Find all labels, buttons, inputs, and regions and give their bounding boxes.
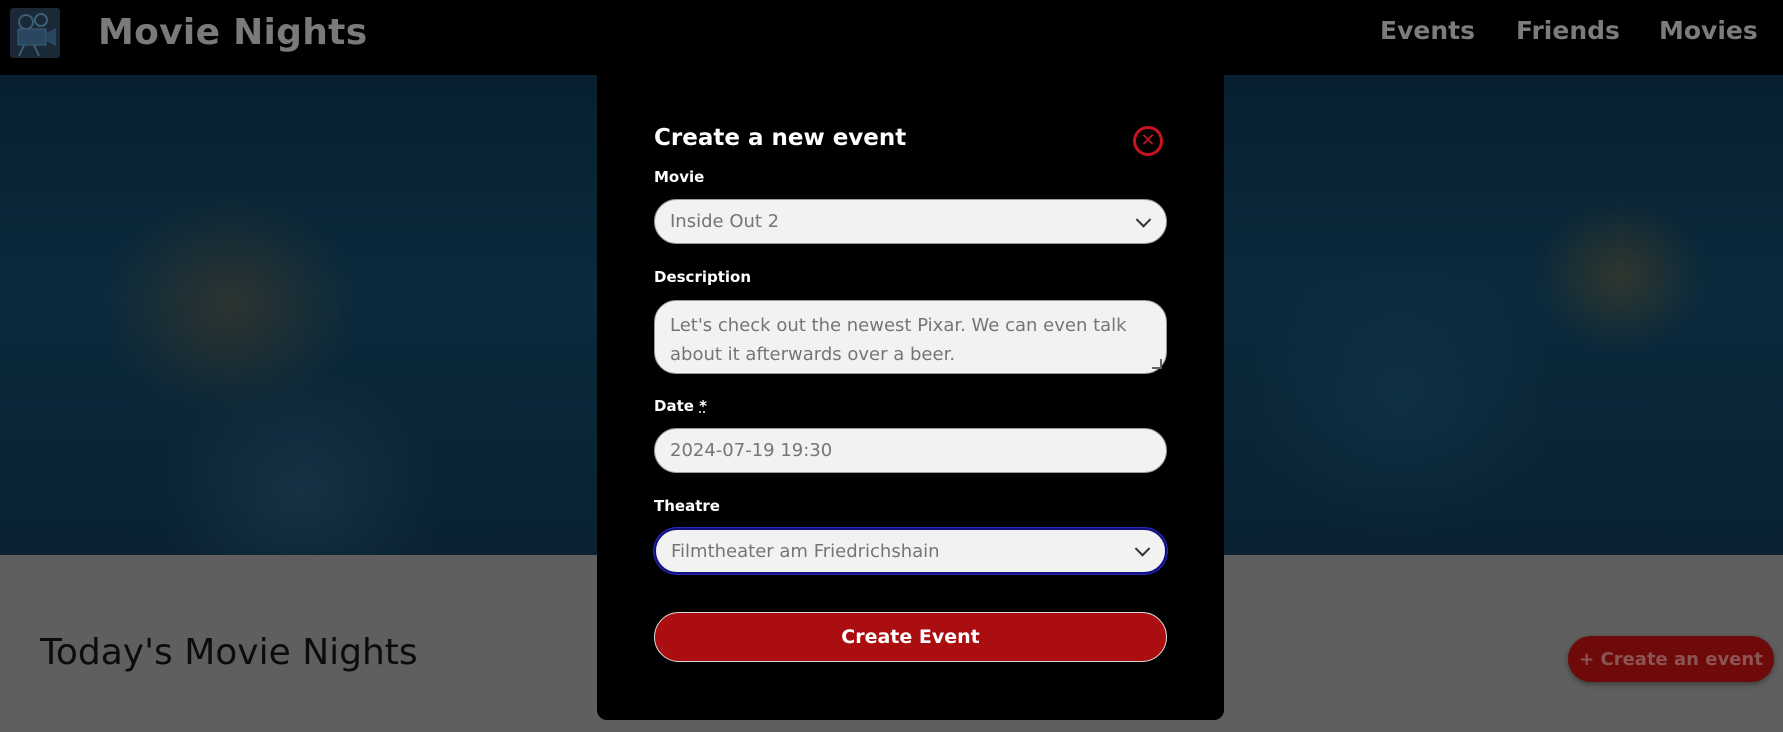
movie-select-value: Inside Out 2 <box>670 211 780 232</box>
section-title: Today's Movie Nights <box>40 632 418 673</box>
movie-select[interactable]: Inside Out 2 <box>654 199 1167 244</box>
nav-friends-link[interactable]: Friends <box>1516 16 1620 45</box>
movie-camera-logo-icon[interactable] <box>10 8 60 58</box>
resize-handle-icon[interactable] <box>1152 359 1162 369</box>
nav-movies-link[interactable]: Movies <box>1659 16 1758 45</box>
chevron-down-icon <box>1135 211 1152 228</box>
description-label: Description <box>654 268 752 286</box>
date-input[interactable]: 2024-07-19 19:30 <box>654 428 1167 473</box>
description-value: Let's check out the newest Pixar. We can… <box>670 315 1127 365</box>
date-label: Date * <box>654 397 707 415</box>
movie-label: Movie <box>654 168 705 186</box>
modal-title: Create a new event <box>654 125 907 151</box>
top-navigation: Movie Nights Events Friends Movies <box>0 0 1783 75</box>
theatre-select[interactable]: Filmtheater am Friedrichshain <box>654 528 1167 574</box>
date-label-text: Date <box>654 397 694 415</box>
date-value: 2024-07-19 19:30 <box>670 440 833 461</box>
create-event-button[interactable]: + Create an event <box>1568 636 1774 682</box>
chevron-down-icon <box>1134 541 1151 557</box>
theatre-select-value: Filmtheater am Friedrichshain <box>671 540 940 562</box>
site-title[interactable]: Movie Nights <box>98 12 367 53</box>
theatre-label: Theatre <box>654 497 720 515</box>
close-button[interactable]: ✕ <box>1133 126 1163 156</box>
create-event-submit-button[interactable]: Create Event <box>654 612 1167 662</box>
nav-events-link[interactable]: Events <box>1380 16 1475 45</box>
create-event-modal: Create a new event ✕ Movie Inside Out 2 … <box>597 75 1224 720</box>
description-textarea[interactable]: Let's check out the newest Pixar. We can… <box>654 300 1167 374</box>
close-icon: ✕ <box>1140 130 1156 151</box>
required-marker: * <box>699 397 708 415</box>
